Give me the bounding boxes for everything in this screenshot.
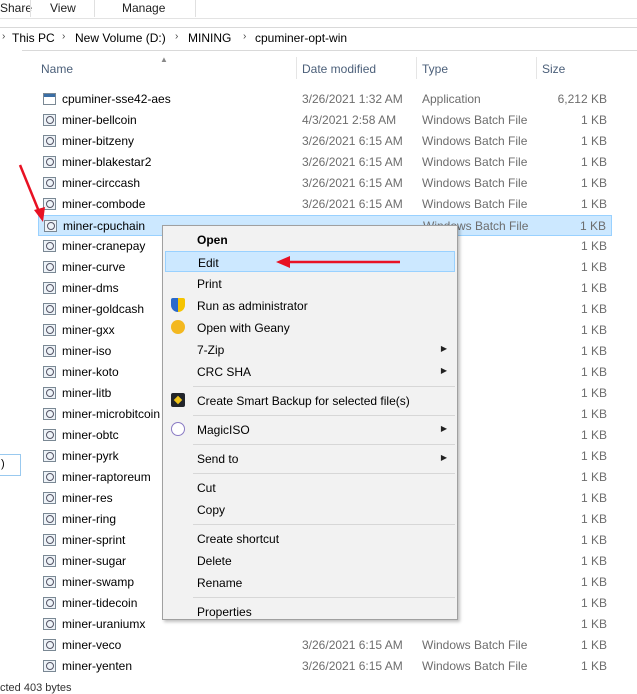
annotation-arrow-to-file — [18, 164, 45, 222]
annotation-arrows — [18, 164, 400, 268]
annotation-arrow-to-edit — [276, 256, 400, 268]
